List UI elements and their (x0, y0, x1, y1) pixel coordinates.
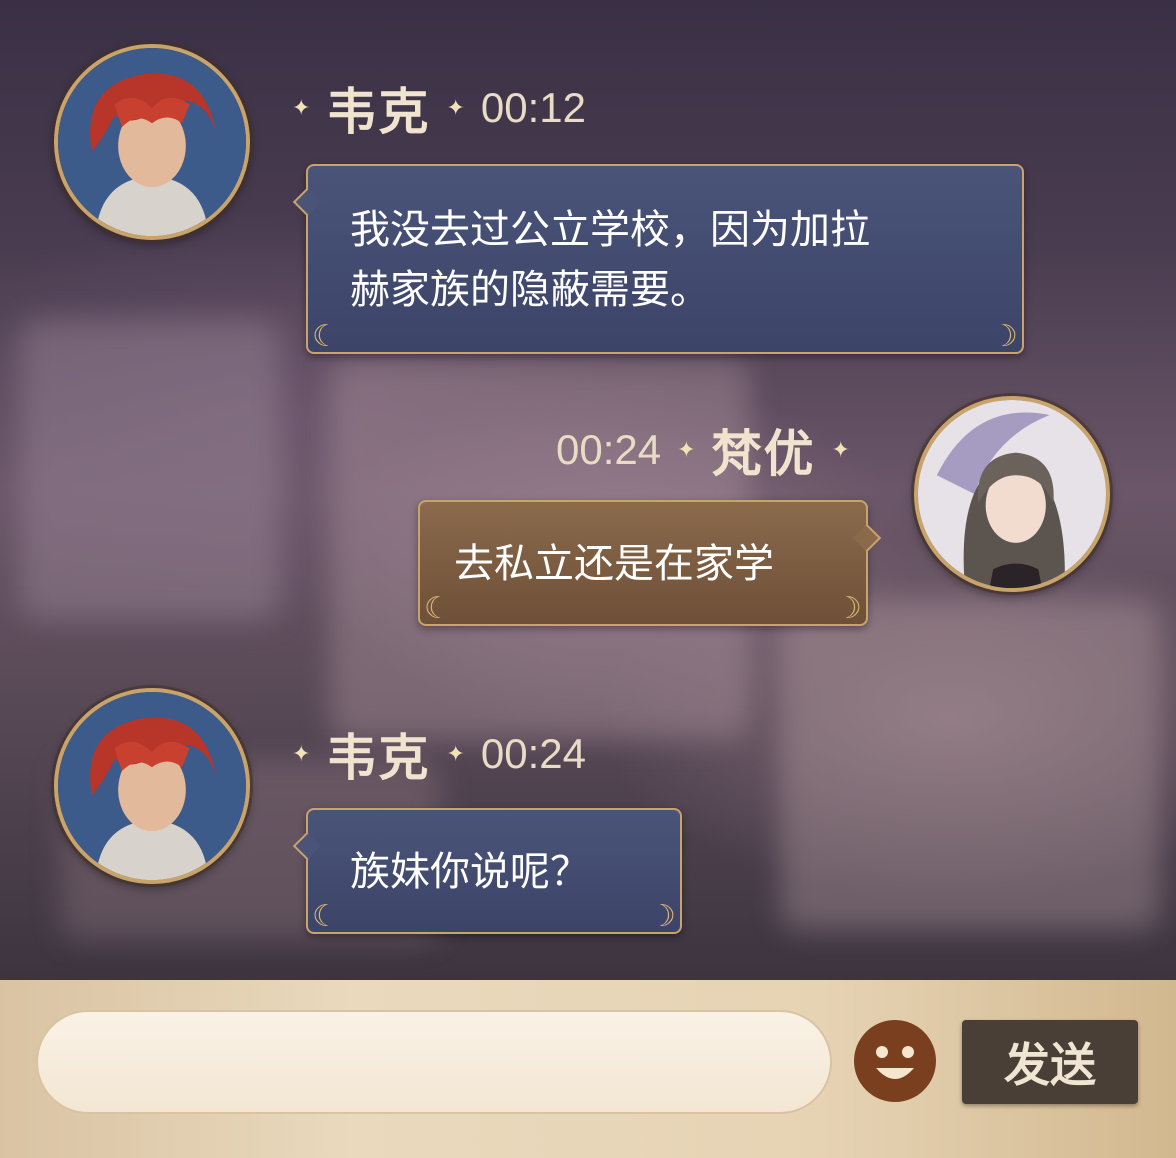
sparkle-icon: ✦ (446, 741, 465, 767)
crescent-ornament-icon: ☾ (991, 319, 1018, 354)
message-header: ✦ 韦克 ✦ 00:12 (292, 72, 586, 144)
sparkle-icon: ✦ (292, 95, 311, 121)
send-button[interactable]: 发送 (962, 1020, 1138, 1104)
sparkle-icon: ✦ (292, 741, 311, 767)
message-text-line: 族妹你说呢？ (350, 849, 590, 895)
message-time: 00:24 (556, 426, 662, 473)
fanyou-avatar[interactable] (914, 396, 1110, 592)
crescent-ornament-icon: ☾ (649, 899, 676, 934)
sender-name: 梵优 (711, 424, 816, 483)
crescent-ornament-icon: ☾ (312, 899, 339, 934)
wake-avatar[interactable] (54, 44, 250, 240)
smiley-face-icon[interactable] (852, 1018, 938, 1104)
message-input[interactable] (36, 1010, 832, 1114)
message-header: ✦ 韦克 ✦ 00:24 (292, 718, 586, 790)
message-text-line: 去私立还是在家学 (454, 541, 774, 587)
crescent-ornament-icon: ☾ (312, 319, 339, 354)
message-time: 00:12 (480, 84, 586, 131)
crescent-ornament-icon: ☾ (424, 591, 451, 626)
sender-name: 韦克 (326, 82, 431, 141)
wake-avatar[interactable] (54, 688, 250, 884)
message-time: 00:24 (480, 730, 586, 777)
message-header: 00:24 ✦ 梵优 ✦ (556, 414, 850, 486)
sender-name: 韦克 (326, 728, 431, 787)
message-text-line: 我没去过公立学校，因为加拉 (350, 207, 870, 253)
sparkle-icon: ✦ (677, 437, 696, 463)
crescent-ornament-icon: ☾ (835, 591, 862, 626)
message-bubble[interactable]: 去私立还是在家学 ☾ ☾ (418, 500, 882, 626)
message-text-line: 赫家族的隐蔽需要。 (350, 267, 710, 313)
sparkle-icon: ✦ (446, 95, 465, 121)
message-bubble[interactable]: 我没去过公立学校，因为加拉 赫家族的隐蔽需要。 ☾ ☾ (292, 164, 1024, 354)
message-bubble[interactable]: 族妹你说呢？ ☾ ☾ (292, 808, 682, 934)
sparkle-icon: ✦ (831, 437, 850, 463)
